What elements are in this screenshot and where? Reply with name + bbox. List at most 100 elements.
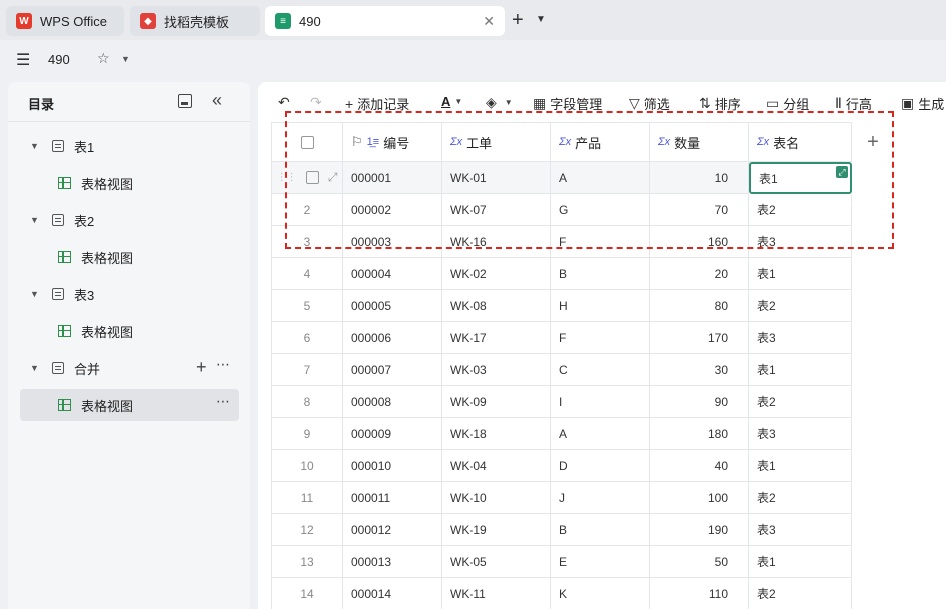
triangle-down-icon[interactable]: ▼	[30, 289, 42, 299]
table-cell-id[interactable]: 000014	[343, 578, 442, 609]
table-cell-product[interactable]: D	[551, 450, 650, 482]
table-cell-order[interactable]: WK-18	[442, 418, 551, 450]
table-cell-table[interactable]: 表3	[749, 226, 852, 258]
add-icon[interactable]: +	[196, 358, 207, 376]
expand-cell-icon[interactable]: ⤢	[836, 166, 848, 178]
star-icon[interactable]: ☆	[97, 50, 110, 67]
table-cell-qty[interactable]: 180	[650, 418, 749, 450]
table-cell-idx[interactable]: 8	[271, 386, 343, 418]
table-cell-idx[interactable]: 6	[271, 322, 343, 354]
table-cell-id[interactable]: 000011	[343, 482, 442, 514]
table-cell-idx[interactable]: 14	[271, 578, 343, 609]
file-name[interactable]: 490	[48, 52, 70, 67]
table-cell-table[interactable]: 表1	[749, 258, 852, 290]
table-cell-table[interactable]: 表2	[749, 386, 852, 418]
table-cell-qty[interactable]: 80	[650, 290, 749, 322]
table-cell-id[interactable]: 000013	[343, 546, 442, 578]
table-cell-qty[interactable]: 30	[650, 354, 749, 386]
column-header-product[interactable]: Σx 产品	[551, 122, 650, 162]
add-record-button[interactable]: + 添加记录	[345, 94, 409, 113]
row-checkbox[interactable]	[305, 171, 319, 184]
column-header-table-name[interactable]: Σx 表名	[749, 122, 852, 162]
table-cell-qty[interactable]: 10	[650, 162, 749, 194]
table-cell-qty[interactable]: 40	[650, 450, 749, 482]
table-cell-table[interactable]: 表2	[749, 194, 852, 226]
close-icon[interactable]: ✕	[483, 13, 495, 30]
table-cell-id[interactable]: 000008	[343, 386, 442, 418]
table-cell-idx[interactable]: ⋮⋮ ⤢	[271, 162, 343, 194]
table-cell-product[interactable]: A	[551, 162, 650, 194]
table-cell-idx[interactable]: 2	[271, 194, 343, 226]
table-cell-id[interactable]: 000003	[343, 226, 442, 258]
table-cell-product[interactable]: J	[551, 482, 650, 514]
panel-collapse-icon[interactable]	[178, 94, 192, 108]
table-cell-order[interactable]: WK-03	[442, 354, 551, 386]
table-cell-qty[interactable]: 50	[650, 546, 749, 578]
table-cell-qty[interactable]: 190	[650, 514, 749, 546]
tab-current-file[interactable]: ≡ 490 ✕	[265, 6, 505, 36]
table-cell-product[interactable]: C	[551, 354, 650, 386]
sidebar-item-view[interactable]: 表格视图	[20, 241, 239, 273]
table-cell-idx[interactable]: 3	[271, 226, 343, 258]
expand-row-icon[interactable]: ⤢	[328, 170, 338, 185]
select-all-checkbox[interactable]	[300, 135, 314, 149]
table-cell-product[interactable]: F	[551, 226, 650, 258]
table-cell-qty[interactable]: 90	[650, 386, 749, 418]
sidebar-item-table1[interactable]: ▼ 表1	[20, 130, 239, 162]
table-cell-order[interactable]: WK-04	[442, 450, 551, 482]
table-cell-id[interactable]: 000005	[343, 290, 442, 322]
sidebar-item-merge[interactable]: ▼ 合并 + ⋯	[20, 352, 239, 384]
table-cell-id[interactable]: 000002	[343, 194, 442, 226]
row-height-button[interactable]: Ⅱ 行高	[835, 94, 872, 113]
table-cell-product[interactable]: E	[551, 546, 650, 578]
table-cell-table[interactable]: 表3	[749, 418, 852, 450]
table-cell-idx[interactable]: 11	[271, 482, 343, 514]
redo-icon[interactable]: ↷	[310, 94, 326, 111]
table-cell-order[interactable]: WK-17	[442, 322, 551, 354]
table-cell-idx[interactable]: 10	[271, 450, 343, 482]
table-cell-order[interactable]: WK-16	[442, 226, 551, 258]
sidebar-item-view-active[interactable]: 表格视图 ⋯	[20, 389, 239, 421]
column-header-quantity[interactable]: Σx 数量	[650, 122, 749, 162]
table-cell-product[interactable]: I	[551, 386, 650, 418]
fill-color-button[interactable]: ◈ ▼	[486, 94, 513, 111]
table-cell-qty[interactable]: 170	[650, 322, 749, 354]
table-cell-product[interactable]: H	[551, 290, 650, 322]
table-cell-order[interactable]: WK-09	[442, 386, 551, 418]
triangle-down-icon[interactable]: ▼	[30, 141, 42, 151]
add-column-icon[interactable]: +	[852, 122, 894, 162]
table-cell-table[interactable]: 表2	[749, 482, 852, 514]
text-color-button[interactable]: A ▼	[441, 94, 462, 109]
table-cell-idx[interactable]: 4	[271, 258, 343, 290]
table-cell-product[interactable]: B	[551, 258, 650, 290]
filter-button[interactable]: ▽ 筛选	[629, 94, 670, 113]
column-header-order[interactable]: Σx 工单	[442, 122, 551, 162]
table-cell-table[interactable]: 表2	[749, 290, 852, 322]
table-cell-order[interactable]: WK-11	[442, 578, 551, 609]
sidebar-item-table3[interactable]: ▼ 表3	[20, 278, 239, 310]
table-cell-id[interactable]: 000012	[343, 514, 442, 546]
sidebar-item-view[interactable]: 表格视图	[20, 167, 239, 199]
sort-button[interactable]: ⇅ 排序	[699, 94, 741, 113]
table-cell-id[interactable]: 000006	[343, 322, 442, 354]
table-cell-idx[interactable]: 12	[271, 514, 343, 546]
table-cell-order[interactable]: WK-10	[442, 482, 551, 514]
column-header-id[interactable]: ⚐ 1̲≡ 编号	[343, 122, 442, 162]
table-cell-id[interactable]: 000004	[343, 258, 442, 290]
table-cell-table[interactable]: 表3	[749, 322, 852, 354]
table-cell-qty[interactable]: 160	[650, 226, 749, 258]
table-cell-order[interactable]: WK-02	[442, 258, 551, 290]
table-cell-order[interactable]: WK-05	[442, 546, 551, 578]
table-cell-order[interactable]: WK-19	[442, 514, 551, 546]
tab-wps-office[interactable]: W WPS Office	[6, 6, 124, 36]
table-cell-product[interactable]: A	[551, 418, 650, 450]
double-chevron-left-icon[interactable]: «	[212, 90, 222, 111]
table-cell-idx[interactable]: 5	[271, 290, 343, 322]
more-icon[interactable]: ⋯	[216, 393, 231, 410]
table-cell-order[interactable]: WK-07	[442, 194, 551, 226]
undo-icon[interactable]: ↶	[278, 94, 294, 111]
group-button[interactable]: ▭ 分组	[766, 94, 809, 113]
table-cell-product[interactable]: F	[551, 322, 650, 354]
table-cell-idx[interactable]: 9	[271, 418, 343, 450]
table-cell-qty[interactable]: 20	[650, 258, 749, 290]
